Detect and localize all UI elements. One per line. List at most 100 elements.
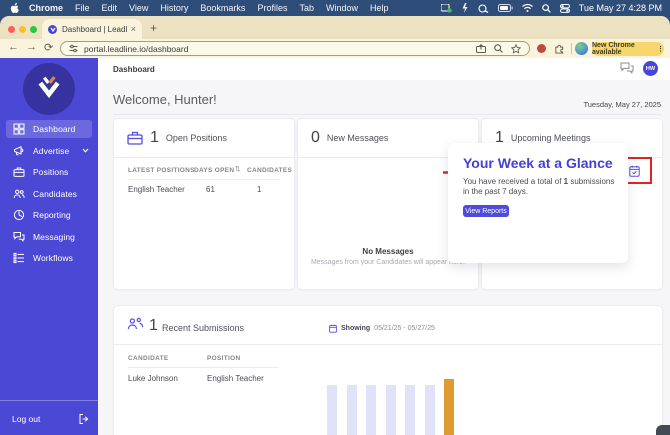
column-header[interactable]: LATEST POSITIONS	[128, 167, 195, 174]
sidebar-item-dashboard[interactable]: Dashboard	[0, 119, 98, 139]
share-icon[interactable]	[476, 44, 486, 53]
glance-bar-chart	[327, 377, 454, 435]
apple-menu-icon[interactable]	[10, 2, 19, 14]
open-positions-card: 1 Open Positions LATEST POSITIONS DAYS O…	[113, 118, 295, 290]
status-app-icon-2[interactable]	[461, 3, 469, 13]
open-positions-title: Open Positions	[165, 133, 227, 143]
table-cell-days-open: 61	[206, 185, 215, 194]
menubar-item-file[interactable]: File	[75, 3, 90, 13]
column-header[interactable]: CANDIDATES	[247, 167, 292, 174]
glance-bar	[424, 385, 435, 435]
table-cell-candidates: 1	[257, 185, 262, 194]
extension-record-icon[interactable]	[537, 44, 546, 53]
sidebar-item-positions[interactable]: Positions	[0, 162, 98, 182]
table-cell-position: English Teacher	[207, 374, 264, 383]
briefcase-icon	[127, 131, 143, 145]
chrome-tabstrip: Dashboard | Leadline × +	[0, 16, 670, 39]
calendar-icon[interactable]	[629, 165, 640, 177]
forward-button[interactable]: →	[26, 41, 37, 53]
control-center-icon[interactable]	[559, 3, 570, 13]
menubar-item-edit[interactable]: Edit	[102, 3, 118, 13]
column-header[interactable]: POSITION	[207, 355, 240, 362]
browser-menu-icon[interactable]: ⋮	[657, 45, 664, 53]
sidebar-item-label: Dashboard	[33, 124, 76, 134]
column-header[interactable]: CANDIDATE	[128, 355, 169, 362]
menubar-item-window[interactable]: Window	[326, 3, 358, 13]
leadline-logo[interactable]	[23, 63, 75, 115]
calendar-icon	[329, 324, 337, 333]
new-messages-title: New Messages	[326, 133, 389, 143]
spotlight-search-icon[interactable]	[541, 3, 551, 13]
sidebar-item-workflows[interactable]: Workflows	[0, 248, 98, 268]
sidebar-item-label: Positions	[33, 167, 69, 177]
divider	[114, 344, 662, 345]
table-cell-candidate: Luke Johnson	[128, 374, 178, 383]
welcome-heading: Welcome, Hunter!	[113, 92, 217, 107]
menubar-item-help[interactable]: Help	[370, 3, 389, 13]
address-bar[interactable]: portal.leadline.io/dashboard	[60, 41, 530, 56]
sidebar-item-reporting[interactable]: Reporting	[0, 205, 98, 225]
menubar-item-history[interactable]: History	[160, 3, 188, 13]
sidebar-item-advertise[interactable]: Advertise	[0, 141, 98, 161]
column-header[interactable]: DAYS OPEN	[194, 167, 234, 174]
reload-button[interactable]: ⟳	[44, 41, 53, 54]
status-app-icon-1[interactable]	[440, 3, 452, 13]
lens-search-icon[interactable]	[494, 44, 503, 53]
tab-title: Dashboard | Leadline	[62, 24, 127, 34]
tab-close-icon[interactable]: ×	[131, 24, 136, 34]
toolbar-separator	[571, 43, 572, 54]
wifi-icon[interactable]	[521, 4, 533, 12]
url-text[interactable]: portal.leadline.io/dashboard	[84, 44, 468, 54]
menubar-item-chrome[interactable]: Chrome	[29, 3, 63, 13]
briefcase-icon	[13, 166, 25, 178]
glance-title: Your Week at a Glance	[463, 155, 613, 171]
chrome-update-button[interactable]: New Chrome available ⋮	[592, 41, 664, 56]
chrome-toolbar: ← → ⟳ portal.leadline.io/dashboard New C…	[0, 39, 670, 58]
glance-bar	[444, 379, 454, 435]
workflows-list-icon	[13, 252, 25, 264]
back-button[interactable]: ←	[8, 41, 19, 53]
dashboard-grid-icon	[13, 123, 25, 135]
sort-icon[interactable]: ⇅	[235, 165, 240, 173]
macos-menubar: Chrome File Edit View History Bookmarks …	[0, 0, 670, 16]
current-date: Tuesday, May 27, 2025	[583, 100, 661, 109]
window-minimize-button[interactable]	[19, 26, 26, 33]
sidebar-item-candidates[interactable]: Candidates	[0, 184, 98, 204]
bookmark-star-icon[interactable]	[511, 43, 521, 54]
chevron-down-icon	[82, 148, 89, 153]
logout-button[interactable]: Log out	[0, 410, 98, 430]
status-app-icon-3[interactable]	[478, 3, 489, 13]
user-avatar[interactable]: HW	[643, 61, 658, 76]
date-range-filter[interactable]: Showing 05/21/25 - 05/27/25	[329, 324, 435, 333]
recent-submissions-title: Recent Submissions	[162, 323, 245, 333]
menubar-item-bookmarks[interactable]: Bookmarks	[200, 3, 245, 13]
page-title: Dashboard	[113, 65, 155, 74]
divider	[128, 367, 279, 368]
showing-range: 05/21/25 - 05/27/25	[374, 325, 435, 332]
view-reports-button[interactable]: View Reports	[463, 205, 509, 217]
messages-bubble-icon[interactable]	[620, 62, 634, 74]
battery-icon[interactable]	[497, 4, 513, 12]
page-header: Dashboard HW	[98, 58, 670, 81]
chat-widget-bubble[interactable]	[656, 425, 670, 435]
sidebar-item-label: Reporting	[33, 210, 71, 220]
divider	[114, 157, 294, 158]
menubar-item-tab[interactable]: Tab	[299, 3, 314, 13]
sidebar-item-messaging[interactable]: Messaging	[0, 227, 98, 247]
window-zoom-button[interactable]	[30, 26, 37, 33]
megaphone-icon	[13, 145, 25, 157]
sidebar-item-label: Messaging	[33, 232, 76, 242]
screen: Chrome File Edit View History Bookmarks …	[0, 0, 670, 435]
site-settings-icon[interactable]	[69, 44, 78, 53]
glance-body-text: You have received a total of	[463, 177, 564, 186]
menubar-clock[interactable]: Tue May 27 4:28 PM	[579, 3, 662, 13]
browser-profile-avatar[interactable]	[575, 42, 588, 55]
browser-tab[interactable]: Dashboard | Leadline ×	[42, 19, 142, 39]
extensions-puzzle-icon[interactable]	[554, 43, 565, 54]
menubar-item-view[interactable]: View	[129, 3, 148, 13]
window-close-button[interactable]	[8, 26, 15, 33]
new-tab-button[interactable]: +	[150, 22, 157, 34]
menubar-item-profiles[interactable]: Profiles	[257, 3, 287, 13]
sidebar-item-label: Workflows	[33, 253, 73, 263]
chrome-update-label: New Chrome available	[592, 41, 635, 56]
